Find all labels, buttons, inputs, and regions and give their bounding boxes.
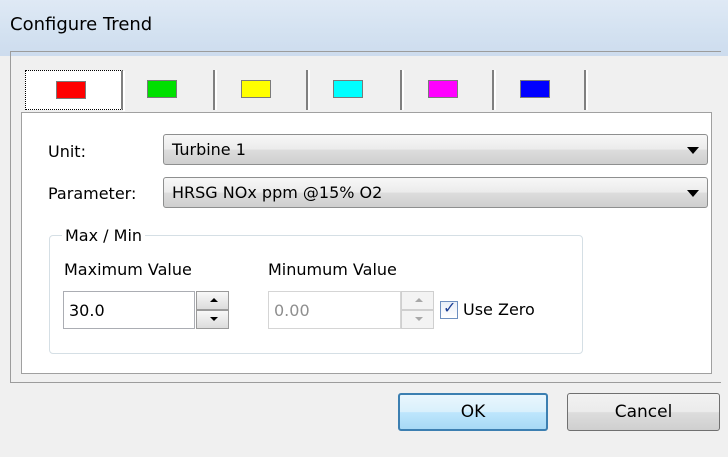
arrow-up-icon (210, 298, 218, 302)
tab-cyan[interactable] (310, 70, 404, 110)
max-value-input[interactable]: 30.0 (63, 291, 195, 329)
checkmark-icon: ✓ (443, 298, 457, 317)
tab-red[interactable] (25, 70, 125, 111)
max-increment-button[interactable] (196, 291, 229, 310)
unit-label: Unit: (48, 142, 86, 161)
tab-blue[interactable] (496, 70, 588, 110)
arrow-up-icon (415, 298, 423, 302)
parameter-label: Parameter: (48, 184, 137, 203)
min-decrement-button (401, 310, 434, 329)
parameter-dropdown-value: HRSG NOx ppm @15% O2 (172, 183, 383, 202)
max-min-group-title: Max / Min (62, 226, 146, 245)
blue-swatch-icon (520, 80, 550, 98)
green-swatch-icon (147, 80, 177, 98)
tab-yellow[interactable] (217, 70, 310, 110)
arrow-down-icon (210, 317, 218, 321)
min-value-input: 0.00 (268, 291, 401, 329)
tab-magenta[interactable] (404, 70, 496, 110)
chevron-down-icon (687, 190, 699, 197)
magenta-swatch-icon (428, 80, 458, 98)
max-value-label: Maximum Value (64, 260, 192, 279)
min-value-spinner (401, 291, 434, 329)
min-value-text: 0.00 (274, 301, 310, 320)
max-value-text: 30.0 (69, 301, 105, 320)
use-zero-checkbox[interactable]: ✓ (440, 298, 458, 319)
min-value-label: Minumum Value (268, 260, 397, 279)
window-title: Configure Trend (10, 14, 153, 35)
arrow-down-icon (415, 317, 423, 321)
parameter-dropdown[interactable]: HRSG NOx ppm @15% O2 (163, 177, 708, 208)
max-value-spinner[interactable] (196, 291, 229, 329)
title-bar: Configure Trend (0, 0, 728, 56)
cancel-button[interactable]: Cancel (567, 393, 720, 431)
use-zero-label[interactable]: Use Zero (463, 300, 535, 319)
min-increment-button (401, 291, 434, 310)
unit-dropdown[interactable]: Turbine 1 (163, 134, 708, 165)
chevron-down-icon (687, 147, 699, 154)
max-decrement-button[interactable] (196, 310, 229, 329)
cyan-swatch-icon (333, 80, 363, 98)
yellow-swatch-icon (241, 80, 271, 98)
red-swatch-icon (56, 81, 86, 99)
color-tab-strip (18, 70, 598, 112)
tab-green[interactable] (125, 70, 217, 110)
unit-dropdown-value: Turbine 1 (172, 140, 246, 159)
ok-button[interactable]: OK (398, 393, 548, 431)
